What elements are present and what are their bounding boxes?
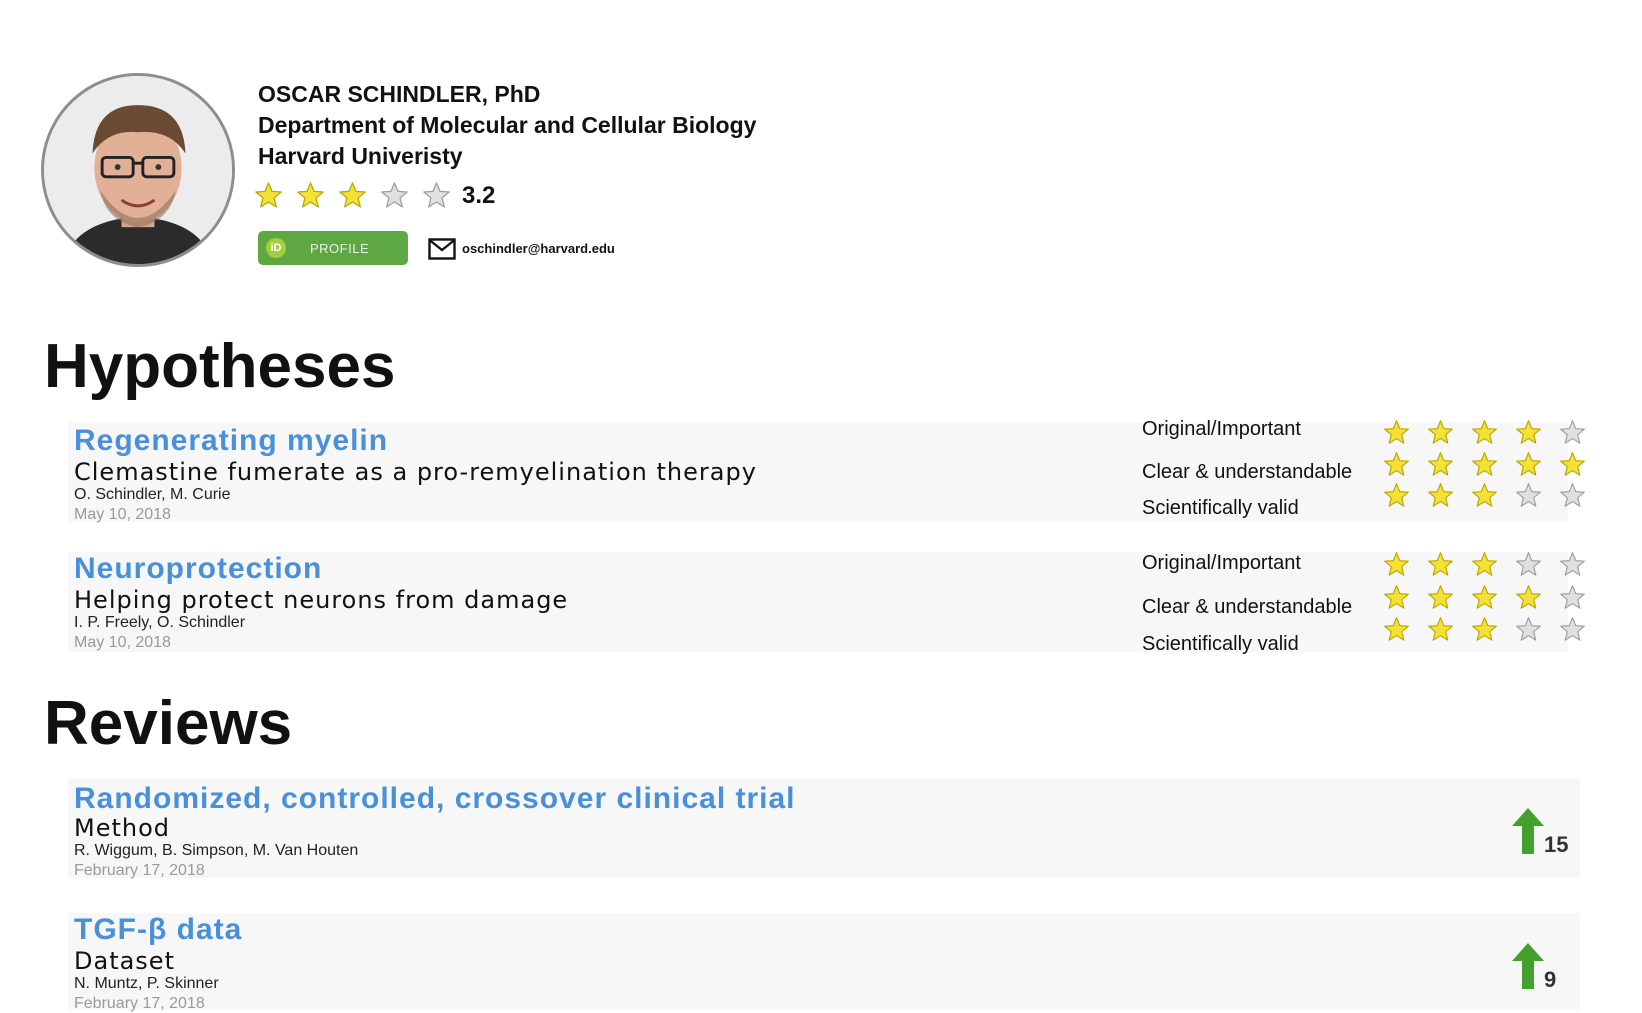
review-date: February 17, 2018: [74, 862, 205, 879]
review-authors: R. Wiggum, B. Simpson, M. Van Houten: [74, 842, 359, 859]
star-empty-icon[interactable]: [1559, 551, 1586, 578]
star-filled-icon[interactable]: [1515, 419, 1542, 446]
star-empty-icon[interactable]: [1559, 616, 1586, 643]
criterion-stars[interactable]: [1383, 551, 1603, 578]
hypotheses-heading: Hypotheses: [44, 332, 396, 401]
hypothesis-card[interactable]: Neuroprotection Helping protect neurons …: [68, 552, 1585, 655]
star-empty-icon: [381, 182, 408, 208]
criterion-label: Original/Important: [1142, 552, 1301, 574]
criterion-label: Scientifically valid: [1142, 633, 1299, 655]
star-filled-icon[interactable]: [1471, 419, 1498, 446]
star-filled-icon[interactable]: [1471, 451, 1498, 478]
email-link[interactable]: oschindler@harvard.edu: [462, 241, 615, 256]
review-title[interactable]: TGF-β data: [74, 913, 242, 947]
avatar-photo: [44, 76, 232, 264]
upvote-button[interactable]: 15: [1512, 808, 1568, 857]
star-filled-icon[interactable]: [1383, 482, 1410, 509]
criterion-label: Scientifically valid: [1142, 497, 1299, 519]
star-empty-icon[interactable]: [1515, 551, 1542, 578]
star-filled-icon: [297, 182, 324, 208]
star-empty-icon[interactable]: [1559, 584, 1586, 611]
upvote-arrow-icon: [1512, 943, 1544, 989]
star-empty-icon[interactable]: [1515, 482, 1542, 509]
star-filled-icon[interactable]: [1427, 419, 1454, 446]
star-empty-icon[interactable]: [1559, 482, 1586, 509]
review-authors: N. Muntz, P. Skinner: [74, 975, 219, 992]
star-filled-icon[interactable]: [1471, 616, 1498, 643]
star-filled-icon[interactable]: [1427, 451, 1454, 478]
criterion-stars[interactable]: [1383, 419, 1603, 446]
hypothesis-title[interactable]: Neuroprotection: [74, 552, 322, 586]
star-filled-icon[interactable]: [1383, 419, 1410, 446]
overall-rating-stars: [254, 181, 464, 210]
overall-rating: 3.2: [254, 181, 495, 210]
hypothesis-date: May 10, 2018: [74, 506, 171, 523]
hypothesis-title[interactable]: Regenerating myelin: [74, 424, 388, 458]
star-filled-icon: [255, 182, 282, 208]
star-empty-icon[interactable]: [1515, 616, 1542, 643]
criterion-label: Clear & understandable: [1142, 596, 1353, 618]
review-card[interactable]: TGF-β data Dataset N. Muntz, P. Skinner …: [68, 913, 1580, 1012]
star-filled-icon[interactable]: [1515, 584, 1542, 611]
profile-identity: OSCAR SCHINDLER, PhD Department of Molec…: [258, 79, 756, 172]
star-filled-icon[interactable]: [1427, 584, 1454, 611]
star-filled-icon[interactable]: [1427, 482, 1454, 509]
star-filled-icon[interactable]: [1383, 451, 1410, 478]
review-type: Dataset: [74, 947, 175, 975]
star-filled-icon[interactable]: [1383, 584, 1410, 611]
star-filled-icon[interactable]: [1471, 551, 1498, 578]
criterion-stars[interactable]: [1383, 451, 1603, 478]
upvote-count: 9: [1544, 967, 1557, 992]
criterion-label: Clear & understandable: [1142, 461, 1353, 483]
criterion-stars[interactable]: [1383, 584, 1603, 611]
orcid-profile-label: PROFILE: [310, 240, 370, 256]
star-filled-icon[interactable]: [1427, 616, 1454, 643]
hypothesis-authors: O. Schindler, M. Curie: [74, 486, 231, 503]
upvote-arrow-icon: [1512, 808, 1544, 854]
hypothesis-subtitle: Clemastine fumerate as a pro-remyelinati…: [74, 458, 757, 486]
star-filled-icon[interactable]: [1515, 451, 1542, 478]
review-date: February 17, 2018: [74, 995, 205, 1012]
hypothesis-card[interactable]: Regenerating myelin Clemastine fumerate …: [68, 418, 1585, 523]
profile-department: Department of Molecular and Cellular Bio…: [258, 112, 757, 138]
profile-name: OSCAR SCHINDLER, PhD: [258, 81, 541, 107]
orcid-profile-button[interactable]: iD PROFILE: [258, 231, 408, 265]
criterion-stars[interactable]: [1383, 616, 1603, 643]
star-filled-icon: [339, 182, 366, 208]
overall-rating-value: 3.2: [462, 181, 496, 209]
mail-icon: [428, 238, 456, 260]
star-filled-icon[interactable]: [1427, 551, 1454, 578]
orcid-icon: iD: [266, 238, 286, 258]
review-card[interactable]: Randomized, controlled, crossover clinic…: [68, 778, 1580, 879]
criterion-stars[interactable]: [1383, 482, 1603, 509]
reviews-heading: Reviews: [44, 689, 293, 758]
star-filled-icon[interactable]: [1383, 551, 1410, 578]
hypothesis-subtitle: Helping protect neurons from damage: [74, 586, 569, 614]
review-type: Method: [74, 814, 171, 842]
star-empty-icon[interactable]: [1559, 419, 1586, 446]
star-filled-icon[interactable]: [1559, 451, 1586, 478]
star-filled-icon[interactable]: [1471, 482, 1498, 509]
review-title[interactable]: Randomized, controlled, crossover clinic…: [74, 782, 796, 816]
avatar: [41, 73, 235, 267]
star-filled-icon[interactable]: [1471, 584, 1498, 611]
upvote-button[interactable]: 9: [1512, 943, 1556, 992]
hypothesis-date: May 10, 2018: [74, 634, 171, 651]
hypothesis-authors: I. P. Freely, O. Schindler: [74, 614, 246, 631]
criterion-label: Original/Important: [1142, 418, 1301, 440]
upvote-count: 15: [1544, 832, 1569, 857]
star-empty-icon: [423, 182, 450, 208]
profile-institution: Harvard Univeristy: [258, 143, 463, 169]
star-filled-icon[interactable]: [1383, 616, 1410, 643]
